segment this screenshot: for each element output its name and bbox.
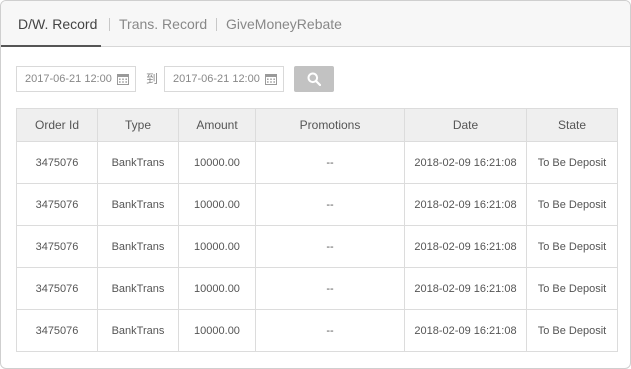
column-header-state: State bbox=[526, 108, 618, 142]
column-header-promotions: Promotions bbox=[255, 108, 405, 142]
amount-cell: 10000.00 bbox=[178, 309, 256, 352]
state-cell: To Be Deposit bbox=[526, 141, 618, 184]
tab-separator bbox=[216, 18, 217, 31]
amount-cell: 10000.00 bbox=[178, 183, 256, 226]
order-id-cell: 3475076 bbox=[16, 225, 98, 268]
calendar-icon[interactable] bbox=[117, 73, 129, 85]
records-table: Order Id Type Amount Promotions Date Sta… bbox=[16, 108, 618, 352]
amount-cell: 10000.00 bbox=[178, 141, 256, 184]
tab-give-money-rebate[interactable]: GiveMoneyRebate bbox=[226, 1, 342, 47]
record-panel: D/W. Record Trans. Record GiveMoneyRebat… bbox=[0, 0, 631, 369]
tab-bar: D/W. Record Trans. Record GiveMoneyRebat… bbox=[1, 1, 630, 47]
promotions-cell: -- bbox=[255, 183, 405, 226]
table-row: 3475076 BankTrans 10000.00 -- 2018-02-09… bbox=[16, 183, 618, 226]
type-cell: BankTrans bbox=[97, 267, 179, 310]
column-header-date: Date bbox=[404, 108, 527, 142]
order-id-cell: 3475076 bbox=[16, 309, 98, 352]
start-date-value: 2017-06-21 12:00 bbox=[25, 73, 112, 85]
calendar-icon[interactable] bbox=[265, 73, 277, 85]
tab-trans-record[interactable]: Trans. Record bbox=[119, 1, 207, 47]
date-cell: 2018-02-09 16:21:08 bbox=[404, 225, 527, 268]
tab-dw-record[interactable]: D/W. Record bbox=[18, 1, 97, 47]
search-button[interactable] bbox=[294, 66, 334, 92]
type-cell: BankTrans bbox=[97, 141, 179, 184]
tab-separator bbox=[109, 18, 110, 31]
promotions-cell: -- bbox=[255, 267, 405, 310]
amount-cell: 10000.00 bbox=[178, 267, 256, 310]
table-header-row: Order Id Type Amount Promotions Date Sta… bbox=[16, 108, 618, 142]
type-cell: BankTrans bbox=[97, 225, 179, 268]
order-id-cell: 3475076 bbox=[16, 183, 98, 226]
column-header-order-id: Order Id bbox=[16, 108, 98, 142]
end-date-input[interactable]: 2017-06-21 12:00 bbox=[164, 66, 284, 92]
order-id-cell: 3475076 bbox=[16, 141, 98, 184]
promotions-cell: -- bbox=[255, 225, 405, 268]
column-header-amount: Amount bbox=[178, 108, 256, 142]
promotions-cell: -- bbox=[255, 141, 405, 184]
date-cell: 2018-02-09 16:21:08 bbox=[404, 141, 527, 184]
promotions-cell: -- bbox=[255, 309, 405, 352]
search-icon bbox=[307, 72, 321, 86]
state-cell: To Be Deposit bbox=[526, 183, 618, 226]
end-date-value: 2017-06-21 12:00 bbox=[173, 73, 260, 85]
type-cell: BankTrans bbox=[97, 183, 179, 226]
date-cell: 2018-02-09 16:21:08 bbox=[404, 309, 527, 352]
type-cell: BankTrans bbox=[97, 309, 179, 352]
table-row: 3475076 BankTrans 10000.00 -- 2018-02-09… bbox=[16, 309, 618, 352]
order-id-cell: 3475076 bbox=[16, 267, 98, 310]
date-range-separator-label: 到 bbox=[146, 72, 159, 86]
start-date-input[interactable]: 2017-06-21 12:00 bbox=[16, 66, 136, 92]
table-row: 3475076 BankTrans 10000.00 -- 2018-02-09… bbox=[16, 225, 618, 268]
date-cell: 2018-02-09 16:21:08 bbox=[404, 267, 527, 310]
date-cell: 2018-02-09 16:21:08 bbox=[404, 183, 527, 226]
table-row: 3475076 BankTrans 10000.00 -- 2018-02-09… bbox=[16, 267, 618, 310]
active-tab-underline bbox=[1, 45, 101, 47]
table-row: 3475076 BankTrans 10000.00 -- 2018-02-09… bbox=[16, 141, 618, 184]
state-cell: To Be Deposit bbox=[526, 309, 618, 352]
amount-cell: 10000.00 bbox=[178, 225, 256, 268]
state-cell: To Be Deposit bbox=[526, 267, 618, 310]
state-cell: To Be Deposit bbox=[526, 225, 618, 268]
column-header-type: Type bbox=[97, 108, 179, 142]
